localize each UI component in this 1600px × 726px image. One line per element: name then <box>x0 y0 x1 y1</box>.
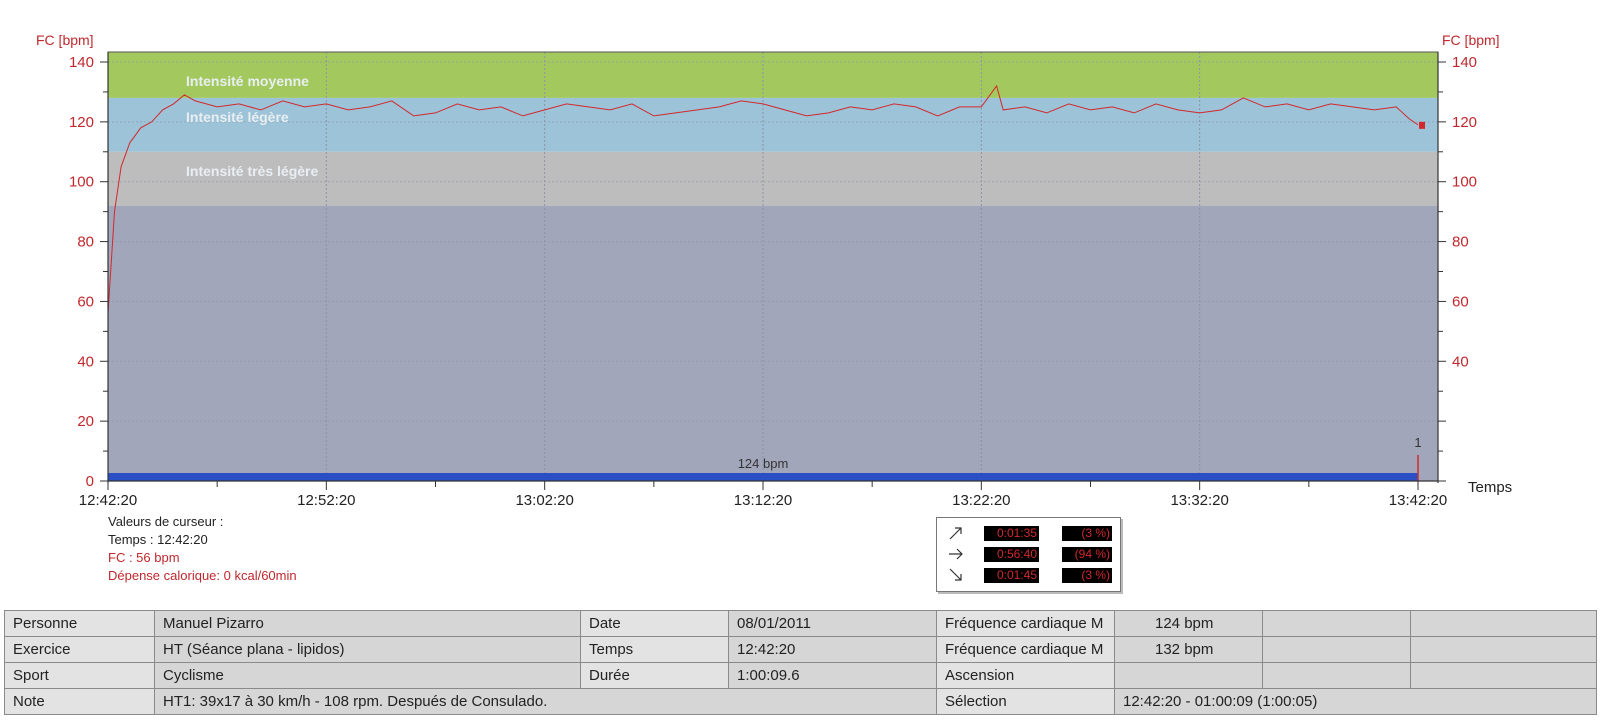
y-tick-label-left: 100 <box>69 174 94 191</box>
info-cell: Fréquence cardiaque M <box>936 610 1115 637</box>
x-tick-label: 13:12:20 <box>734 492 792 509</box>
y-tick-label-left: 40 <box>77 353 94 370</box>
table-row: Exercice HT (Séance plana - lipidos) Tem… <box>4 636 1597 663</box>
info-cell: Exercice <box>4 636 155 663</box>
zone-pct-above: (3 %) <box>1062 526 1112 541</box>
info-cell: Durée <box>580 662 729 689</box>
y-tick-label-right: 140 <box>1452 54 1477 71</box>
selection-label: Sélection <box>936 688 1115 715</box>
table-row: Note HT1: 39x17 à 30 km/h - 108 rpm. Des… <box>4 688 1597 715</box>
info-cell: 08/01/2011 <box>728 610 937 637</box>
info-cell: 12:42:20 <box>728 636 937 663</box>
x-tick-label: 12:42:20 <box>79 492 137 509</box>
cursor-values-title: Valeurs de curseur : <box>108 514 224 529</box>
exercise-info-table: Personne Manuel Pizarro Date 08/01/2011 … <box>4 610 1597 715</box>
y-tick-label-left: 120 <box>69 114 94 131</box>
info-cell: Sport <box>4 662 155 689</box>
info-cell: 1:00:09.6 <box>728 662 937 689</box>
zone-band <box>108 205 1438 481</box>
note-label: Note <box>4 688 155 715</box>
cursor-time: Temps : 12:42:20 <box>108 532 208 547</box>
zone-summary-panel: 0:01:35 (3 %) 0:56:40 (94 %) 0:01:45 (3 … <box>936 517 1121 592</box>
zone-summary-row: 0:01:45 (3 %) <box>937 566 1120 584</box>
info-cell: Personne <box>4 610 155 637</box>
info-cell <box>1262 610 1411 637</box>
arrow-down-right-icon <box>949 568 962 581</box>
average-bar-label: 124 bpm <box>738 456 789 471</box>
info-cell: 124 bpm <box>1114 610 1263 637</box>
cursor-calories: Dépense calorique: 0 kcal/60min <box>108 568 297 583</box>
y-tick-label-left: 60 <box>77 293 94 310</box>
arrow-right-icon <box>949 548 963 560</box>
info-cell: Cyclisme <box>154 662 581 689</box>
y-tick-label-right: 60 <box>1452 293 1469 310</box>
x-tick-label: 13:32:20 <box>1170 492 1228 509</box>
cursor-heart-rate: FC : 56 bpm <box>108 550 180 565</box>
zone-time-in: 0:56:40 <box>984 547 1039 562</box>
info-cell: Date <box>580 610 729 637</box>
zone-pct-below: (3 %) <box>1062 568 1112 583</box>
info-cell <box>1262 662 1411 689</box>
zone-time-below: 0:01:45 <box>984 568 1039 583</box>
table-row: Sport Cyclisme Durée 1:00:09.6 Ascension <box>4 662 1597 689</box>
x-axis-label: Temps <box>1468 479 1512 496</box>
zone-label: Intensité légère <box>186 109 289 125</box>
zone-time-above: 0:01:35 <box>984 526 1039 541</box>
x-tick-label: 13:02:20 <box>515 492 573 509</box>
heart-rate-chart: Intensité moyenne Intensité légère Intensi… <box>36 32 1512 509</box>
zone-summary-row: 0:56:40 (94 %) <box>937 545 1120 563</box>
info-cell <box>1410 662 1597 689</box>
x-tick-label: 13:22:20 <box>952 492 1010 509</box>
intensity-zones <box>108 52 1438 481</box>
y-tick-label-right: 80 <box>1452 234 1469 251</box>
table-row: Personne Manuel Pizarro Date 08/01/2011 … <box>4 610 1597 637</box>
arrow-up-right-icon <box>949 527 962 540</box>
y-tick-label-right: 120 <box>1452 114 1477 131</box>
zone-label: Intensité très légère <box>186 163 318 179</box>
y-axis-label-left: FC [bpm] <box>36 32 94 48</box>
info-cell: Ascension <box>936 662 1115 689</box>
y-tick-label-right: 40 <box>1452 353 1469 370</box>
x-tick-label: 12:52:20 <box>297 492 355 509</box>
info-cell <box>1410 636 1597 663</box>
note-value: HT1: 39x17 à 30 km/h - 108 rpm. Después … <box>154 688 937 715</box>
y-tick-label-left: 20 <box>77 413 94 430</box>
selection-value: 12:42:20 - 01:00:09 (1:00:05) <box>1114 688 1597 715</box>
zone-label: Intensité moyenne <box>186 73 309 89</box>
y-tick-label-right: 100 <box>1452 174 1477 191</box>
info-cell <box>1262 636 1411 663</box>
y-tick-label-left: 140 <box>69 54 94 71</box>
average-bar <box>108 473 1418 481</box>
cursor-values-panel: Valeurs de curseur : Temps : 12:42:20 FC… <box>108 513 297 585</box>
end-point-marker <box>1419 121 1425 129</box>
info-cell <box>1410 610 1597 637</box>
lap-marker-label: 1 <box>1414 435 1421 450</box>
x-tick-label: 13:42:20 <box>1389 492 1447 509</box>
info-cell: Temps <box>580 636 729 663</box>
info-cell <box>1114 662 1263 689</box>
zone-pct-in: (94 %) <box>1062 547 1112 562</box>
y-axis-label-right: FC [bpm] <box>1442 32 1500 48</box>
y-tick-label-left: 80 <box>77 234 94 251</box>
info-cell: Manuel Pizarro <box>154 610 581 637</box>
y-tick-label-left: 0 <box>86 473 94 490</box>
info-cell: HT (Séance plana - lipidos) <box>154 636 581 663</box>
zone-summary-row: 0:01:35 (3 %) <box>937 524 1120 542</box>
info-cell: Fréquence cardiaque M <box>936 636 1115 663</box>
info-cell: 132 bpm <box>1114 636 1263 663</box>
